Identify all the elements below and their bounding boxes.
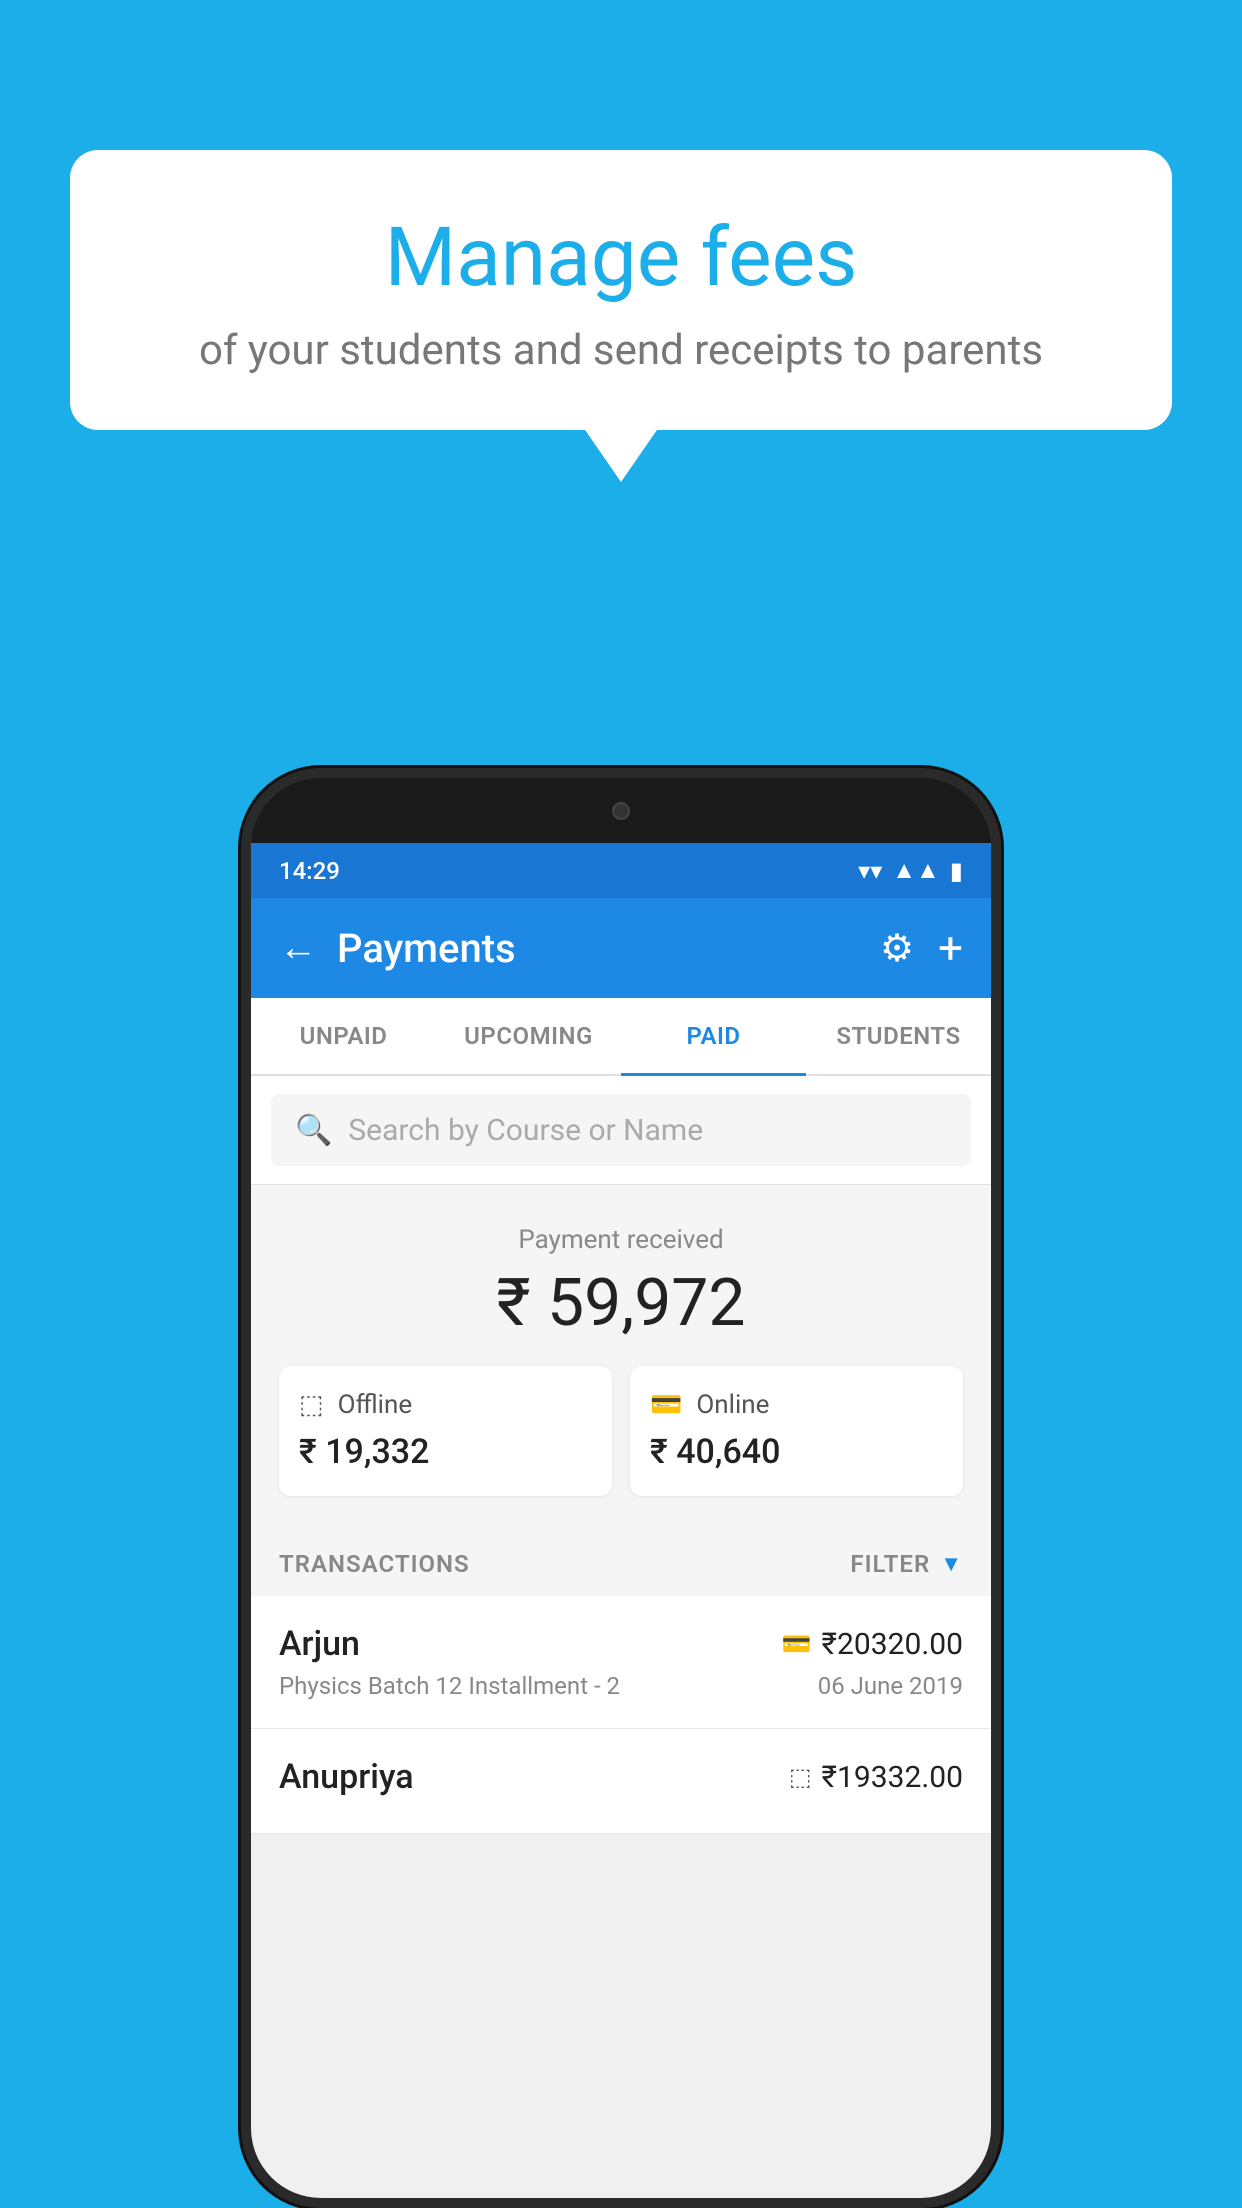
online-card: 💳 Online ₹ 40,640 (630, 1366, 963, 1496)
payment-cards: ⬚ Offline ₹ 19,332 💳 Online ₹ 40,640 (279, 1366, 963, 1496)
offline-card: ⬚ Offline ₹ 19,332 (279, 1366, 612, 1496)
transaction-list: Arjun 💳 ₹20320.00 Physics Batch 12 Insta… (251, 1596, 991, 1834)
volume-down-button (991, 1078, 1001, 1158)
speech-bubble: Manage fees of your students and send re… (70, 150, 1172, 430)
tab-unpaid[interactable]: UNPAID (251, 998, 436, 1074)
status-time: 14:29 (279, 857, 340, 885)
online-amount: ₹ 40,640 (650, 1432, 943, 1472)
offline-label: Offline (338, 1390, 413, 1420)
power-button (241, 1028, 251, 1148)
filter-button[interactable]: FILTER ▼ (850, 1550, 963, 1578)
table-row[interactable]: Arjun 💳 ₹20320.00 Physics Batch 12 Insta… (251, 1596, 991, 1729)
app-bar: ← Payments ⚙ + (251, 898, 991, 998)
amount-area: ⬚ ₹19332.00 (789, 1760, 963, 1795)
phone-body: 14:29 ▾▾ ▲▲ ▮ ← Payments ⚙ + UNPAID (241, 768, 1001, 2208)
payment-summary: Payment received ₹ 59,972 ⬚ Offline ₹ 19… (251, 1185, 991, 1526)
back-button[interactable]: ← (279, 926, 317, 970)
amount-value: ₹20320.00 (822, 1627, 963, 1662)
search-icon: 🔍 (295, 1113, 332, 1148)
tab-students[interactable]: STUDENTS (806, 998, 991, 1074)
page-title: Payments (337, 925, 880, 972)
tab-upcoming[interactable]: UPCOMING (436, 998, 621, 1074)
payment-received-label: Payment received (279, 1225, 963, 1255)
tab-paid[interactable]: PAID (621, 998, 806, 1074)
offline-payment-icon: ⬚ (789, 1763, 812, 1791)
add-button[interactable]: + (938, 922, 963, 974)
phone-camera (612, 802, 630, 820)
row-bottom: Physics Batch 12 Installment - 2 06 June… (279, 1672, 963, 1700)
transactions-label: TRANSACTIONS (279, 1550, 470, 1578)
bubble-subtitle: of your students and send receipts to pa… (130, 326, 1112, 375)
search-box[interactable]: 🔍 Search by Course or Name (271, 1094, 971, 1166)
offline-amount: ₹ 19,332 (299, 1432, 592, 1472)
total-amount: ₹ 59,972 (279, 1265, 963, 1342)
tab-bar: UNPAID UPCOMING PAID STUDENTS (251, 998, 991, 1076)
status-icons: ▾▾ ▲▲ ▮ (858, 856, 963, 885)
transactions-header: TRANSACTIONS FILTER ▼ (251, 1526, 991, 1596)
filter-icon: ▼ (940, 1551, 963, 1577)
signal-icon: ▲▲ (892, 856, 940, 885)
offline-card-header: ⬚ Offline (299, 1390, 592, 1420)
student-name: Anupriya (279, 1757, 414, 1797)
bubble-title: Manage fees (130, 210, 1112, 306)
online-card-header: 💳 Online (650, 1390, 943, 1420)
settings-icon[interactable]: ⚙ (880, 926, 914, 971)
row-top: Arjun 💳 ₹20320.00 (279, 1624, 963, 1664)
wifi-icon: ▾▾ (858, 857, 882, 885)
battery-icon: ▮ (950, 857, 963, 885)
amount-value: ₹19332.00 (822, 1760, 963, 1795)
offline-icon: ⬚ (299, 1390, 324, 1420)
online-icon: 💳 (650, 1390, 682, 1420)
phone-screen: 14:29 ▾▾ ▲▲ ▮ ← Payments ⚙ + UNPAID (251, 843, 991, 2198)
date-info: 06 June 2019 (818, 1672, 963, 1700)
card-payment-icon: 💳 (782, 1630, 812, 1658)
search-input[interactable]: Search by Course or Name (348, 1113, 703, 1148)
table-row[interactable]: Anupriya ⬚ ₹19332.00 (251, 1729, 991, 1834)
amount-area: 💳 ₹20320.00 (782, 1627, 963, 1662)
filter-label: FILTER (850, 1550, 930, 1578)
student-name: Arjun (279, 1624, 360, 1664)
speech-bubble-container: Manage fees of your students and send re… (70, 150, 1172, 430)
status-bar: 14:29 ▾▾ ▲▲ ▮ (251, 843, 991, 898)
row-top: Anupriya ⬚ ₹19332.00 (279, 1757, 963, 1797)
phone-notch-area (251, 778, 991, 843)
phone-container: 14:29 ▾▾ ▲▲ ▮ ← Payments ⚙ + UNPAID (241, 768, 1001, 2208)
phone-notch (581, 792, 661, 830)
search-area: 🔍 Search by Course or Name (251, 1076, 991, 1185)
online-label: Online (696, 1390, 769, 1420)
course-info: Physics Batch 12 Installment - 2 (279, 1672, 620, 1700)
volume-up-button (991, 978, 1001, 1058)
